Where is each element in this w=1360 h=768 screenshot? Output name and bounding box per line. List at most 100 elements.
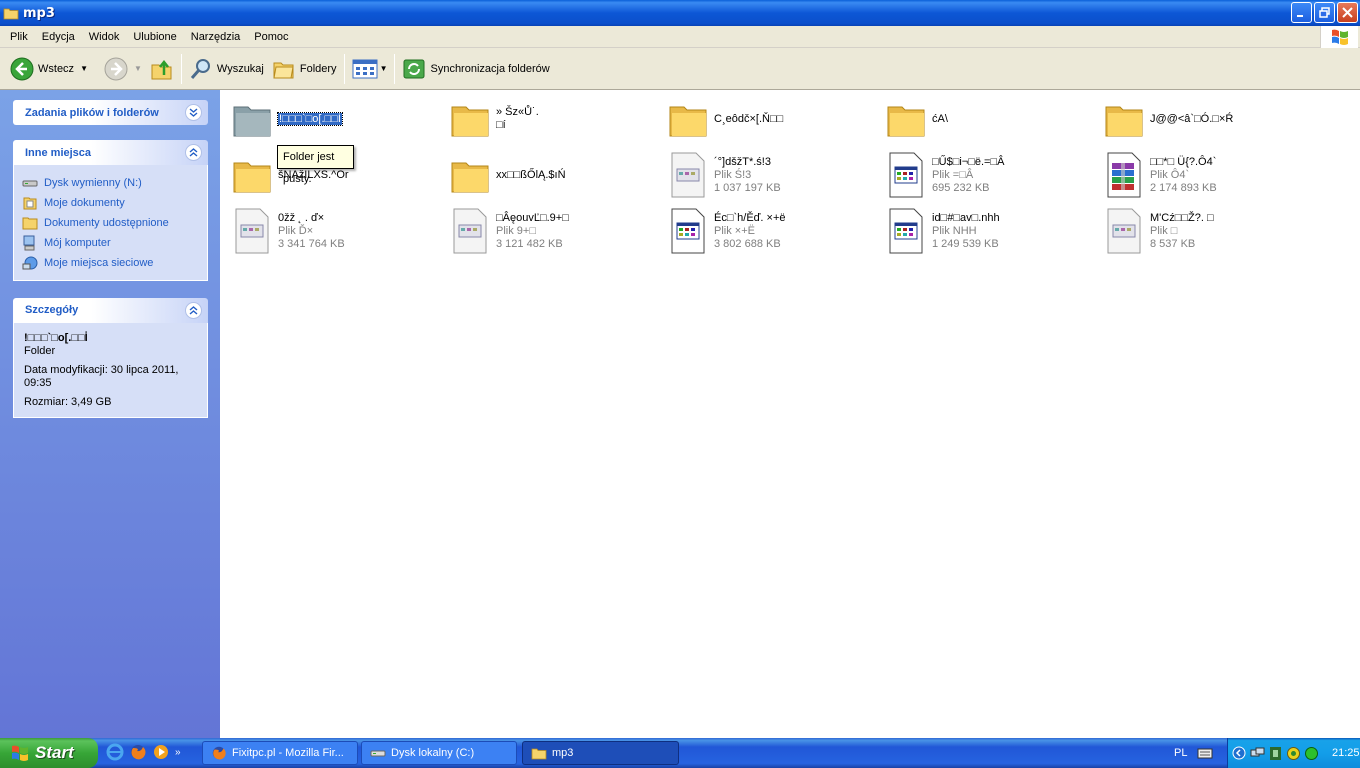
file-item[interactable]: ´°]dšžT*.ś!3 Plik Ś!3 1 037 197 KB <box>656 149 866 201</box>
other-places-header[interactable]: Inne miejsca <box>13 140 208 165</box>
menu-pomoc[interactable]: Pomoc <box>247 27 295 47</box>
item-name: !□□□`□o[.□□İ <box>277 111 343 126</box>
menu-narzedzia[interactable]: Narzędzia <box>184 27 248 47</box>
taskbar-button-mp3[interactable]: mp3 <box>522 741 679 765</box>
menu-edycja[interactable]: Edycja <box>35 27 82 47</box>
show-hidden-icons-icon[interactable] <box>1232 746 1246 760</box>
menu-widok[interactable]: Widok <box>82 27 127 47</box>
title-bar[interactable]: mp3 <box>0 0 1360 26</box>
item-name: □Ű$□i¬□ë.=□Â <box>932 155 1005 168</box>
file-icon <box>1107 208 1141 254</box>
forward-dropdown-icon[interactable]: ▼ <box>134 64 142 73</box>
taskbar-button-firefox[interactable]: Fixitpc.pl - Mozilla Fir... <box>202 741 358 765</box>
link-shared-documents[interactable]: Dokumenty udostępnione <box>22 213 197 233</box>
antivirus-icon[interactable] <box>1286 746 1301 761</box>
file-item[interactable]: □□*□ Ü{?.Ô4` Plik Ô4` 2 174 893 KB <box>1092 149 1302 201</box>
back-button[interactable]: Wstecz ▼ <box>6 52 92 86</box>
file-icon <box>453 208 487 254</box>
file-item[interactable]: Éc□`h/Ěď. ×+ë Plik ×+Ë 3 802 688 KB <box>656 205 866 257</box>
link-network-places[interactable]: Moje miejsca sieciowe <box>22 253 197 273</box>
menu-ulubione[interactable]: Ulubione <box>126 27 183 47</box>
forward-button[interactable]: ▼ <box>100 52 146 86</box>
folders-icon <box>273 62 294 78</box>
folder-item[interactable]: xx□□ßŐlĄ.$ıŃ <box>438 149 648 201</box>
expand-chevron-icon[interactable] <box>185 104 202 121</box>
file-folder-tasks-header[interactable]: Zadania plików i folderów <box>13 100 208 125</box>
clock[interactable]: 21:25 <box>1332 747 1360 759</box>
link-my-documents[interactable]: Moje dokumenty <box>23 193 197 213</box>
folder-icon <box>669 106 707 137</box>
back-arrow-icon <box>10 57 34 80</box>
details-header[interactable]: Szczegóły <box>13 298 208 323</box>
minimize-button[interactable] <box>1291 2 1312 23</box>
my-documents-icon <box>23 197 37 210</box>
show-more-icon[interactable]: » <box>175 747 181 758</box>
link-label: Mój komputer <box>44 237 111 249</box>
collapse-chevron-icon[interactable] <box>185 302 202 319</box>
file-item[interactable]: id□#□av□.nhh Plik NHH 1 249 539 KB <box>874 205 1084 257</box>
sync-label: Synchronizacja folderów <box>430 62 550 75</box>
other-places-body: Dysk wymienny (N:) Moje dokumenty Dokume… <box>13 165 208 281</box>
file-item[interactable]: □Ű$□i¬□ë.=□Â Plik =□Â 695 232 KB <box>874 149 1084 201</box>
details-body: !□□□`□o[.□□İ Folder Data modyfikacji: 30… <box>13 323 208 418</box>
item-name: J@@<â`□Ó.□×Ŕ <box>1150 112 1234 125</box>
shared-folder-icon <box>22 217 38 230</box>
security-shield-icon[interactable] <box>1268 746 1283 761</box>
archive-icon <box>1107 152 1141 198</box>
views-button[interactable]: ▼ <box>348 52 392 86</box>
folder-item[interactable]: C¸eôdč×[.Ň□□ <box>656 93 866 145</box>
details-name: !□□□`□o[.□□İ <box>24 332 88 344</box>
internet-explorer-icon[interactable] <box>106 743 124 761</box>
toolbar: Wstecz ▼ ▼ Wyszukaj Foldery ▼ Synchroniz… <box>0 48 1360 90</box>
link-removable-drive[interactable]: Dysk wymienny (N:) <box>22 173 197 193</box>
search-button[interactable]: Wyszukaj <box>185 52 268 86</box>
file-item[interactable]: 0žž ˛ . ď× Plik Ď× 3 341 764 KB <box>220 205 430 257</box>
details-type: Folder <box>24 345 56 357</box>
views-dropdown-icon[interactable]: ▼ <box>380 64 388 73</box>
file-view[interactable]: !□□□`□o[.□□İ » Šz«Ů˙. □í C¸eôdč×[.Ň□□ ćA\… <box>220 90 1360 738</box>
item-type: Plik ×+Ë <box>714 224 755 237</box>
network-places-icon <box>22 256 38 270</box>
keyboard-icon[interactable] <box>1197 747 1213 759</box>
folder-icon <box>3 8 19 20</box>
restore-button[interactable] <box>1314 2 1335 23</box>
link-my-computer[interactable]: Mój komputer <box>23 233 197 253</box>
file-item[interactable]: M'Cź□□Ž?. □ Plik □ 8 537 KB <box>1092 205 1302 257</box>
item-name: » Šz«Ů˙. <box>496 106 539 118</box>
item-name-line2: □í <box>496 119 506 131</box>
other-places-panel: Inne miejsca Dysk wymienny (N:) Moje dok… <box>13 140 208 281</box>
file-item[interactable]: □ÂęouvĽ□.9+□ Plik 9+□ 3 121 482 KB <box>438 205 648 257</box>
folder-icon <box>451 106 489 137</box>
firefox-icon[interactable] <box>129 743 147 761</box>
views-icon <box>352 59 378 78</box>
item-size: 695 232 KB <box>932 181 990 194</box>
item-type: Plik Ô4` <box>1150 168 1190 181</box>
start-button[interactable]: Start <box>0 738 98 768</box>
item-name: M'Cź□□Ž?. □ <box>1150 211 1214 224</box>
network-icon[interactable] <box>1250 746 1265 761</box>
close-button[interactable] <box>1337 2 1358 23</box>
task-label: Dysk lokalny (C:) <box>391 747 475 759</box>
folder-item[interactable]: ćA\ <box>874 93 1084 145</box>
back-dropdown-icon[interactable]: ▼ <box>80 64 88 73</box>
media-player-icon[interactable] <box>152 743 170 761</box>
folders-button[interactable]: Foldery <box>268 52 341 86</box>
folder-item[interactable]: J@@<â`□Ó.□×Ŕ <box>1092 93 1302 145</box>
status-green-icon[interactable] <box>1304 746 1319 761</box>
menu-plik[interactable]: Plik <box>3 27 35 47</box>
tooltip: Folder jest pusty. <box>277 145 354 185</box>
item-type: Plik Ś!3 <box>714 168 752 181</box>
taskbar-button-local-disk[interactable]: Dysk lokalny (C:) <box>361 741 517 765</box>
item-size: 8 537 KB <box>1150 237 1196 250</box>
language-indicator[interactable]: PL <box>1174 747 1187 759</box>
removable-drive-icon <box>22 180 38 187</box>
up-folder-button[interactable] <box>146 52 178 86</box>
menu-bar: Plik Edycja Widok Ulubione Narzędzia Pom… <box>0 26 1360 48</box>
folder-item[interactable]: » Šz«Ů˙. □í <box>438 93 648 145</box>
folder-icon <box>1105 106 1143 137</box>
task-label: Fixitpc.pl - Mozilla Fir... <box>232 747 344 759</box>
sync-folders-button[interactable]: Synchronizacja folderów <box>398 52 553 86</box>
panel-title: Szczegóły <box>25 304 79 316</box>
folder-item[interactable]: !□□□`□o[.□□İ <box>220 93 430 145</box>
collapse-chevron-icon[interactable] <box>185 144 202 161</box>
